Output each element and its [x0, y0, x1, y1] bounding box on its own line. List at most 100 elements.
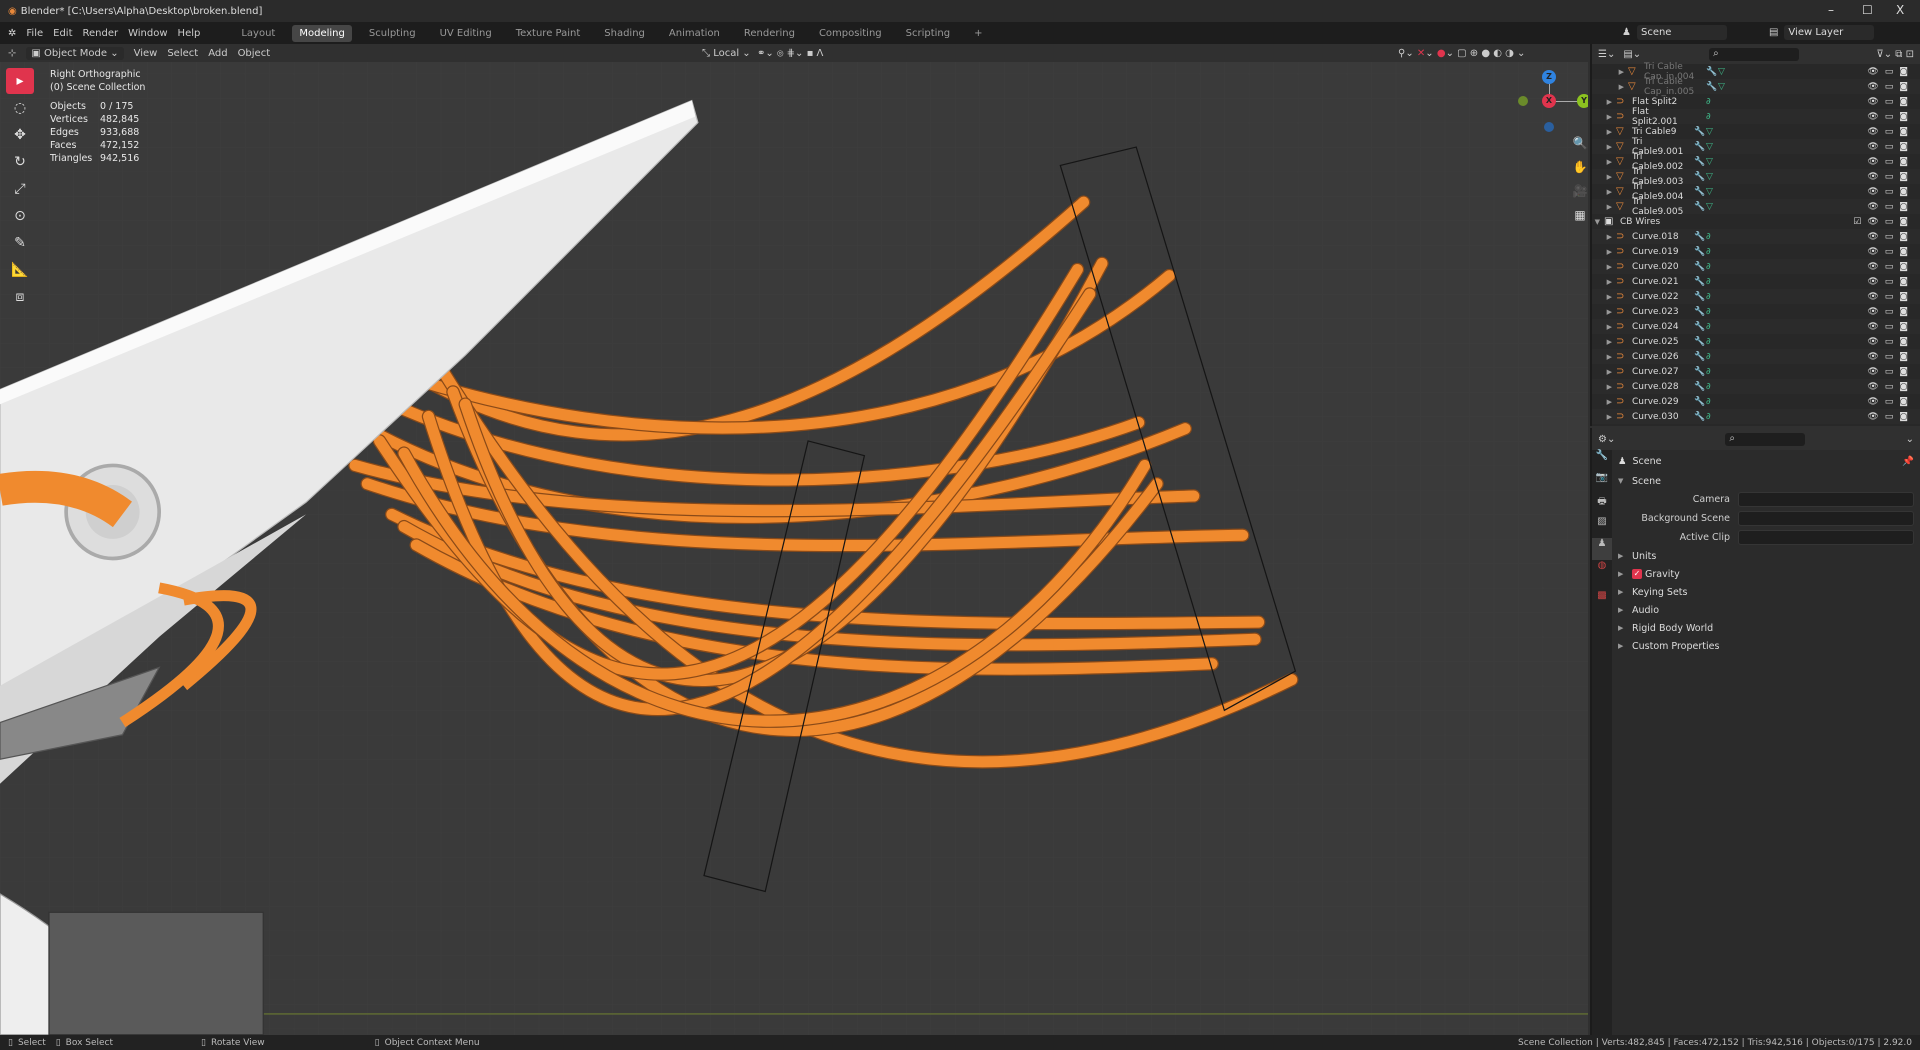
viewport-shading-controls[interactable]: ⚲⌄ ✕⌄ ●⌄ ▢ ⊕ ● ◐ ◑ ⌄ [1398, 48, 1525, 59]
annotate-tool-icon[interactable]: ✎ [6, 230, 34, 256]
options-chevron-icon[interactable]: ⌄ [1906, 434, 1914, 445]
display-mode-icon[interactable]: ☰⌄ [1598, 49, 1615, 60]
visibility-toggles[interactable]: 👁▭◙ [1867, 397, 1914, 407]
properties-search[interactable]: ⌕ [1725, 432, 1806, 446]
panel-keying-sets[interactable]: ▶ Keying Sets [1618, 583, 1914, 601]
expand-arrow-icon[interactable]: ▶ [1592, 248, 1616, 256]
visibility-toggles[interactable]: 👁▭◙ [1867, 172, 1914, 182]
visibility-toggles[interactable]: 👁▭◙ [1867, 262, 1914, 272]
add-cube-tool-icon[interactable]: ⧈ [6, 284, 34, 310]
visibility-toggles[interactable]: 👁▭◙ [1867, 337, 1914, 347]
expand-arrow-icon[interactable]: ▶ [1592, 353, 1616, 361]
expand-arrow-icon[interactable]: ▶ [1592, 143, 1616, 151]
expand-arrow-icon[interactable]: ▶ [1592, 98, 1616, 106]
panel-units[interactable]: ▶ Units [1618, 547, 1914, 565]
active-clip-field[interactable] [1738, 530, 1914, 545]
measure-tool-icon[interactable]: 📐 [6, 257, 34, 283]
pin-icon[interactable]: 📌 [1902, 456, 1914, 467]
visibility-toggles[interactable]: 👁▭◙ [1867, 232, 1914, 242]
tab-compositing[interactable]: Compositing [812, 25, 889, 42]
outliner-row[interactable]: ▶ ⊃ Curve.021 🔧 ∂ 👁▭◙ [1592, 274, 1920, 289]
editor-type-icon[interactable]: ⚙⌄ [1598, 434, 1615, 445]
expand-arrow-icon[interactable]: ▼ [1592, 218, 1604, 226]
visibility-toggles[interactable]: 👁▭◙ [1867, 247, 1914, 257]
expand-arrow-icon[interactable]: ▶ [1592, 323, 1616, 331]
scale-tool-icon[interactable]: ⤢ [6, 176, 34, 202]
zoom-icon[interactable]: 🔍 [1570, 136, 1588, 156]
gizmo-x-axis[interactable]: X [1542, 94, 1556, 108]
visibility-toggles[interactable]: 👁▭◙ [1867, 97, 1914, 107]
tab-shading[interactable]: Shading [597, 25, 652, 42]
outliner-search[interactable]: ⌕ [1709, 47, 1800, 61]
outliner-row[interactable]: ▶ ⊃ Curve.030 🔧 ∂ 👁▭◙ [1592, 409, 1920, 424]
menu-help[interactable]: Help [178, 28, 201, 39]
outliner-row[interactable]: ▶ ▽ Tri Cable9.005 🔧 ▽ 👁▭◙ [1592, 197, 1920, 217]
tab-animation[interactable]: Animation [662, 25, 727, 42]
gizmo-neg-z[interactable] [1544, 122, 1554, 132]
visibility-toggles[interactable]: 👁▭◙ [1867, 82, 1914, 92]
menu-window[interactable]: Window [128, 28, 167, 39]
expand-arrow-icon[interactable]: ▶ [1592, 413, 1616, 421]
select-box-tool-icon[interactable]: ▸ [6, 68, 34, 94]
expand-arrow-icon[interactable]: ▶ [1592, 398, 1616, 406]
expand-arrow-icon[interactable]: ▶ [1592, 293, 1616, 301]
cursor-tool-icon[interactable]: ◌ [6, 95, 34, 121]
editor-type-icon[interactable]: ⊹ [8, 48, 16, 59]
transform-tool-icon[interactable]: ⊙ [6, 203, 34, 229]
tab-layout[interactable]: Layout [234, 25, 282, 42]
3d-viewport[interactable]: ⊹ ▣ Object Mode ⌄ View Select Add Object… [0, 44, 1588, 1035]
texture-tab-icon[interactable]: ▩ [1592, 590, 1612, 612]
visibility-toggles[interactable]: 👁▭◙ [1867, 112, 1914, 122]
add-workspace-button[interactable]: + [967, 25, 989, 42]
expand-arrow-icon[interactable]: ▶ [1592, 158, 1616, 166]
view-menu[interactable]: View [134, 48, 158, 59]
camera-view-icon[interactable]: 🎥 [1570, 184, 1588, 204]
expand-arrow-icon[interactable]: ▶ [1592, 263, 1616, 271]
menu-edit[interactable]: Edit [53, 28, 72, 39]
outliner-row[interactable]: ▶ ▽ Tri Cable Cap_in.005 🔧 ▽ 👁▭◙ [1592, 77, 1920, 97]
visibility-toggles[interactable]: 👁▭◙ [1867, 127, 1914, 137]
gizmo-neg-y[interactable] [1518, 96, 1528, 106]
view-layer-selector[interactable]: View Layer [1784, 25, 1875, 40]
expand-arrow-icon[interactable]: ▶ [1592, 278, 1616, 286]
outliner-row[interactable]: ▼ ▣ CB Wires ☑👁▭◙ [1592, 214, 1920, 229]
panel-rigid-body-world[interactable]: ▶ Rigid Body World [1618, 619, 1914, 637]
add-menu[interactable]: Add [208, 48, 227, 59]
visibility-toggles[interactable]: 👁▭◙ [1867, 202, 1914, 212]
select-menu[interactable]: Select [167, 48, 198, 59]
menu-render[interactable]: Render [83, 28, 119, 39]
tool-tab-icon[interactable]: 🔧 [1592, 450, 1612, 472]
expand-arrow-icon[interactable]: ▶ [1592, 68, 1628, 76]
outliner-row[interactable]: ▶ ▽ Tri Cable Cap_in.004 🔧 ▽ 👁▭◙ [1592, 62, 1920, 82]
expand-arrow-icon[interactable]: ▶ [1592, 188, 1616, 196]
visibility-toggles[interactable]: 👁▭◙ [1867, 352, 1914, 362]
outliner-row[interactable]: ▶ ⊃ Curve.024 🔧 ∂ 👁▭◙ [1592, 319, 1920, 334]
rotate-tool-icon[interactable]: ↻ [6, 149, 34, 175]
outliner-row[interactable]: ▶ ⊃ Curve.028 🔧 ∂ 👁▭◙ [1592, 379, 1920, 394]
outliner-row[interactable]: ▶ ⊃ Curve.023 🔧 ∂ 👁▭◙ [1592, 304, 1920, 319]
expand-arrow-icon[interactable]: ▶ [1592, 128, 1616, 136]
tab-uv-editing[interactable]: UV Editing [433, 25, 499, 42]
visibility-toggles[interactable]: 👁▭◙ [1867, 187, 1914, 197]
camera-field[interactable] [1738, 492, 1914, 507]
world-tab-icon[interactable]: ◍ [1592, 560, 1612, 582]
background-scene-field[interactable] [1738, 511, 1914, 526]
expand-arrow-icon[interactable]: ▶ [1592, 173, 1616, 181]
scene-tab-icon[interactable]: ♟ [1592, 538, 1612, 560]
navigation-gizmo[interactable]: Z X Y 🔍 ✋ 🎥 ▦ [1515, 62, 1588, 222]
filter-icon[interactable]: ⊽⌄ ⧉ ⊡ [1876, 49, 1914, 60]
expand-arrow-icon[interactable]: ▶ [1592, 233, 1616, 241]
close-button[interactable]: X [1896, 3, 1904, 17]
filter-view-icon[interactable]: ▤⌄ [1623, 49, 1641, 60]
expand-arrow-icon[interactable]: ▶ [1592, 83, 1628, 91]
outliner-row[interactable]: ▶ ⊃ Curve.025 🔧 ∂ 👁▭◙ [1592, 334, 1920, 349]
expand-arrow-icon[interactable]: ▶ [1592, 383, 1616, 391]
gizmo-z-axis[interactable]: Z [1542, 70, 1556, 84]
outliner-row[interactable]: ▶ ⊃ Curve.022 🔧 ∂ 👁▭◙ [1592, 289, 1920, 304]
expand-arrow-icon[interactable]: ▶ [1592, 338, 1616, 346]
visibility-toggles[interactable]: 👁▭◙ [1867, 307, 1914, 317]
menu-file[interactable]: File [26, 28, 43, 39]
blender-menu-icon[interactable]: ✲ [8, 28, 16, 39]
tab-sculpting[interactable]: Sculpting [362, 25, 423, 42]
transform-orientation[interactable]: ⤡ Local ⌄ ⚭⌄ ⦾ ⋕⌄ ▪ Λ [702, 48, 823, 59]
